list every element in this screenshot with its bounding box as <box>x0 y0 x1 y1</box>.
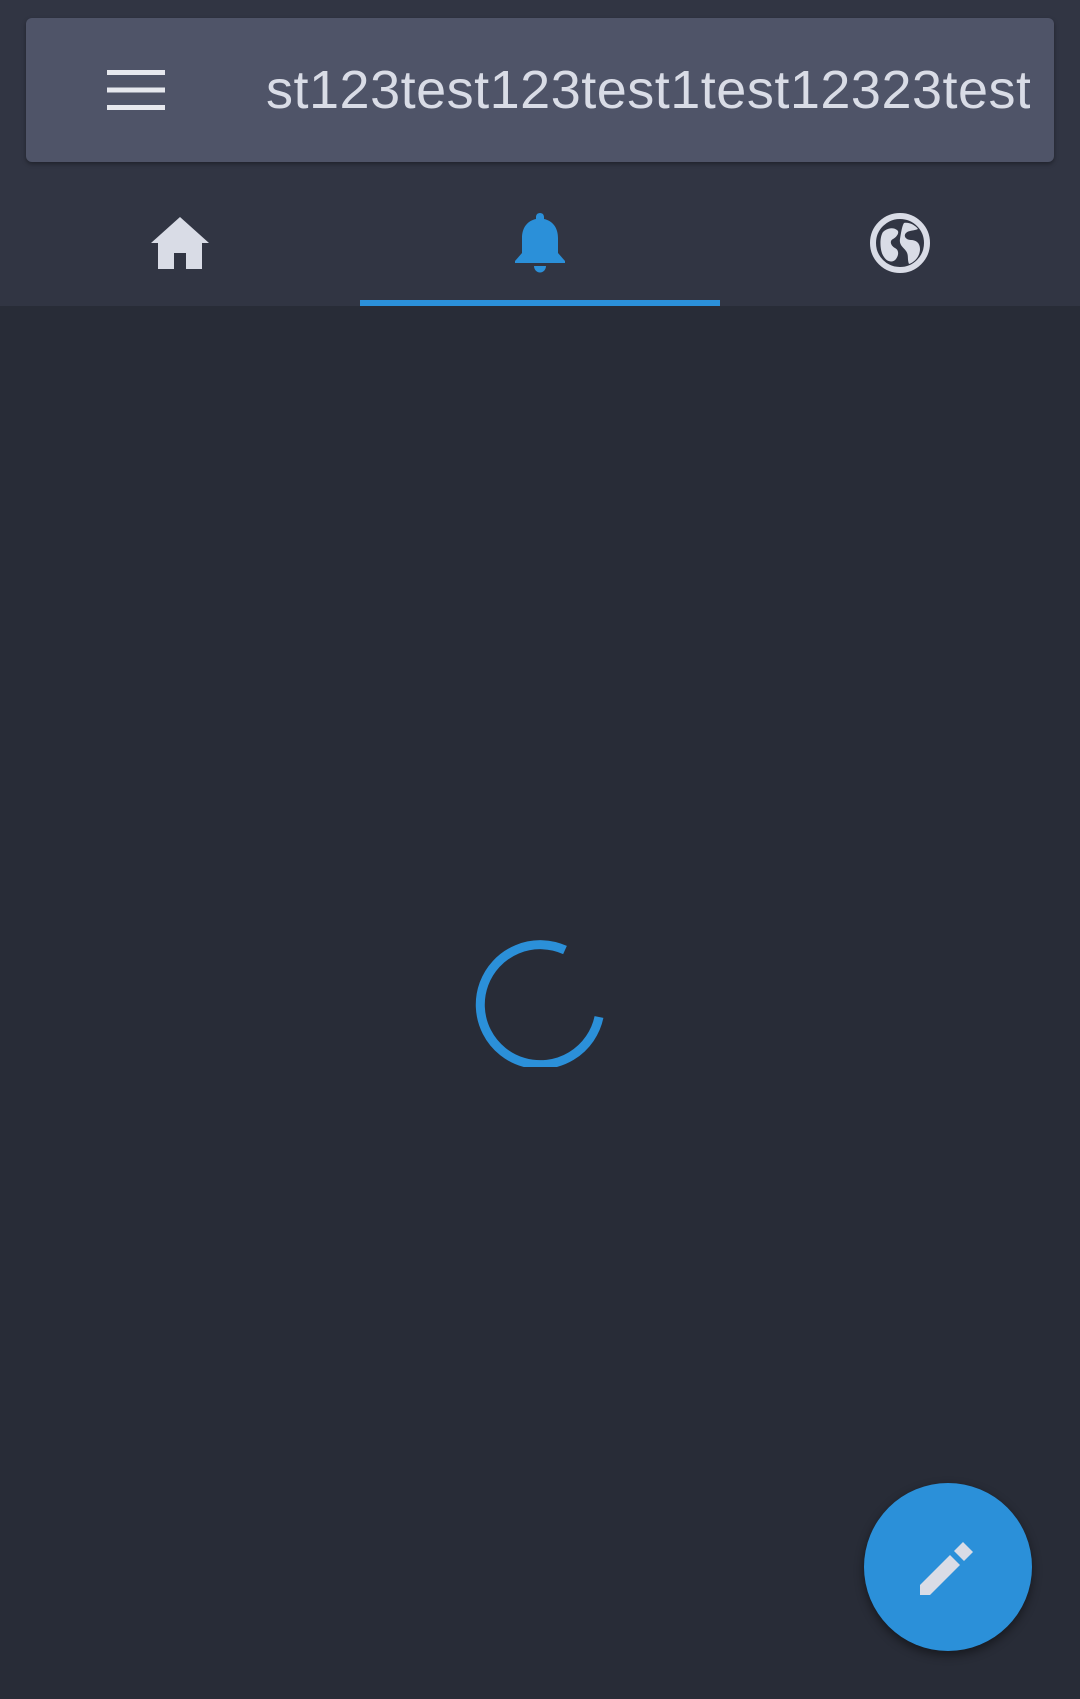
tab-notifications[interactable] <box>360 180 720 306</box>
hamburger-menu-icon <box>107 70 165 110</box>
search-bar[interactable]: st123test123test1test12323test <box>26 18 1054 162</box>
tab-bar <box>0 180 1080 306</box>
compose-button[interactable] <box>864 1483 1032 1651</box>
menu-button[interactable] <box>88 56 184 124</box>
bell-icon <box>515 213 565 273</box>
pencil-icon <box>920 1542 973 1595</box>
globe-icon <box>870 213 930 273</box>
home-icon <box>151 217 209 269</box>
tab-home[interactable] <box>0 180 360 306</box>
app-root: st123test123test1test12323test <box>0 0 1080 1699</box>
tab-federated[interactable] <box>720 180 1080 306</box>
top-area: st123test123test1test12323test <box>0 0 1080 306</box>
search-input-value: st123test123test1test12323test <box>266 60 1030 120</box>
active-tab-indicator <box>360 300 720 306</box>
search-input[interactable]: st123test123test1test12323test <box>266 18 1030 162</box>
loading-spinner <box>475 940 604 1067</box>
